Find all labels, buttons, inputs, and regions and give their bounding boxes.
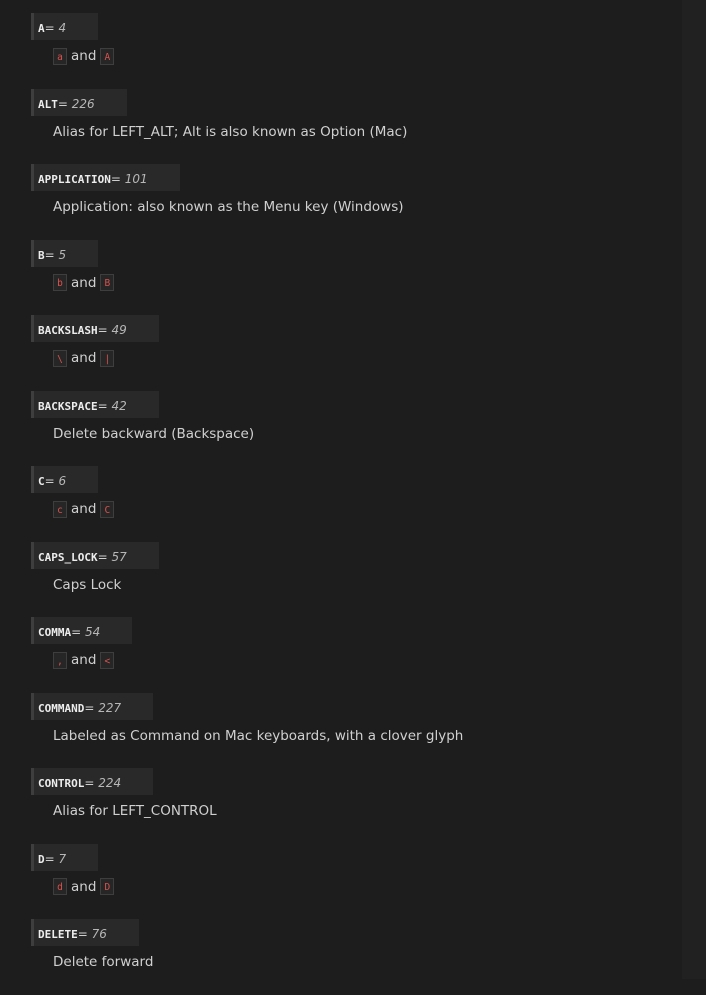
keycode-description: Caps Lock bbox=[53, 576, 122, 593]
keycode-value: 54 bbox=[85, 625, 101, 639]
uppercase-key: B bbox=[100, 274, 115, 291]
keycode-name: BACKSLASH bbox=[38, 324, 98, 337]
keycode-entry-command: COMMAND= 227 Labeled as Command on Mac k… bbox=[31, 692, 671, 769]
equals-sign: = bbox=[84, 776, 99, 790]
keycode-description: Labeled as Command on Mac keyboards, wit… bbox=[53, 727, 464, 744]
keycode-entry-a: A= 4 a and A bbox=[31, 13, 671, 89]
keycode-value: 49 bbox=[111, 323, 127, 337]
keycode-signature: B= 5 bbox=[31, 239, 99, 267]
keycode-entry-backslash: BACKSLASH= 49 \ and | bbox=[31, 315, 671, 391]
keycode-signature: CAPS_LOCK= 57 bbox=[31, 541, 159, 569]
keycode-description: c and C bbox=[53, 497, 671, 521]
keycode-description: d and D bbox=[53, 875, 671, 899]
and-connector: and bbox=[71, 350, 97, 366]
keycode-value: 5 bbox=[58, 247, 67, 262]
keycode-entry-d: D= 7 d and D bbox=[31, 843, 671, 920]
keycode-name: C bbox=[38, 475, 45, 488]
keycode-value: 101 bbox=[124, 172, 148, 186]
keycode-signature: COMMAND= 227 bbox=[31, 692, 154, 720]
keycode-signature: BACKSPACE= 42 bbox=[31, 390, 159, 418]
lowercase-key: c bbox=[53, 500, 67, 518]
keycode-value: 76 bbox=[91, 927, 107, 941]
keycode-entry-b: B= 5 b and B bbox=[31, 239, 671, 316]
keycode-signature: ALT= 226 bbox=[31, 88, 127, 116]
keycode-description: , and < bbox=[53, 648, 671, 672]
equals-sign: = bbox=[44, 474, 59, 488]
keycode-signature: APPLICATION= 101 bbox=[31, 164, 180, 191]
keycode-name: A bbox=[38, 22, 45, 35]
lowercase-key: , bbox=[53, 651, 67, 669]
keycode-signature: D= 7 bbox=[31, 843, 99, 871]
keycode-name: BACKSPACE bbox=[38, 399, 98, 413]
keycode-description: a and A bbox=[53, 44, 671, 68]
keycode-description: Alias for LEFT_ALT; Alt is also known as… bbox=[53, 123, 408, 140]
equals-sign: = bbox=[44, 247, 59, 262]
and-connector: and bbox=[71, 48, 97, 64]
keycode-entry-c: C= 6 c and C bbox=[31, 466, 671, 542]
keycode-signature: C= 6 bbox=[31, 466, 99, 493]
keycode-name: D bbox=[38, 852, 45, 866]
uppercase-key: < bbox=[100, 651, 115, 669]
equals-sign: = bbox=[84, 700, 99, 715]
lowercase-key: d bbox=[53, 878, 67, 895]
keycode-signature: BACKSLASH= 49 bbox=[31, 315, 159, 342]
and-connector: and bbox=[71, 878, 97, 895]
uppercase-key: C bbox=[100, 500, 115, 518]
keycode-entry-alt: ALT= 226 Alias for LEFT_ALT; Alt is also… bbox=[31, 88, 671, 165]
keycode-value: 57 bbox=[111, 549, 127, 564]
keycode-description: Delete backward (Backspace) bbox=[53, 425, 255, 442]
keycode-name: CAPS_LOCK bbox=[38, 550, 98, 564]
equals-sign: = bbox=[44, 851, 59, 866]
lowercase-key: a bbox=[53, 47, 67, 65]
keycode-value: 226 bbox=[71, 96, 95, 111]
uppercase-key: A bbox=[100, 47, 115, 65]
equals-sign: = bbox=[71, 625, 85, 639]
keycode-entry-comma: COMMA= 54 , and < bbox=[31, 617, 671, 693]
keycode-value: 6 bbox=[58, 474, 67, 488]
keycode-value: 4 bbox=[58, 21, 67, 35]
and-connector: and bbox=[71, 501, 97, 517]
right-scroll-gutter bbox=[682, 0, 706, 979]
keycode-entry-delete: DELETE= 76 Delete forward bbox=[31, 919, 671, 995]
keycode-name: ALT bbox=[38, 97, 58, 111]
keycode-signature: A= 4 bbox=[31, 13, 99, 40]
keycode-name: COMMAND bbox=[38, 701, 85, 715]
keycode-value: 224 bbox=[98, 776, 122, 790]
keycode-list: A= 4 a and A ALT= 226 Alias for LEFT_ALT; … bbox=[31, 13, 671, 995]
lowercase-key: b bbox=[53, 274, 67, 291]
keycode-value: 7 bbox=[58, 851, 67, 866]
keycode-entry-application: APPLICATION= 101 Application: also known… bbox=[31, 164, 671, 240]
keycode-name: B bbox=[38, 248, 45, 262]
keycode-name: CONTROL bbox=[38, 777, 85, 790]
equals-sign: = bbox=[97, 323, 112, 337]
keycode-entry-control: CONTROL= 224 Alias for LEFT_CONTROL bbox=[31, 768, 671, 844]
keycode-signature: COMMA= 54 bbox=[31, 617, 133, 644]
keycode-description: Alias for LEFT_CONTROL bbox=[53, 803, 217, 819]
equals-sign: = bbox=[57, 96, 72, 111]
uppercase-key: | bbox=[100, 349, 115, 367]
equals-sign: = bbox=[97, 549, 112, 564]
equals-sign: = bbox=[97, 398, 112, 413]
uppercase-key: D bbox=[100, 878, 115, 895]
and-connector: and bbox=[71, 652, 97, 668]
equals-sign: = bbox=[44, 21, 59, 35]
keycode-name: APPLICATION bbox=[38, 173, 111, 186]
keycode-description: Delete forward bbox=[53, 954, 154, 970]
equals-sign: = bbox=[110, 172, 125, 186]
equals-sign: = bbox=[77, 927, 92, 941]
keycode-name: COMMA bbox=[38, 626, 72, 639]
keycode-signature: CONTROL= 224 bbox=[31, 768, 154, 795]
keycode-value: 227 bbox=[98, 700, 122, 715]
keycode-signature: DELETE= 76 bbox=[31, 919, 139, 946]
keycode-description: b and B bbox=[53, 271, 671, 295]
keycode-description: \ and | bbox=[53, 346, 671, 370]
keycode-entry-caps-lock: CAPS_LOCK= 57 Caps Lock bbox=[31, 541, 671, 618]
keycode-description: Application: also known as the Menu key … bbox=[53, 199, 404, 215]
keycode-value: 42 bbox=[111, 398, 127, 413]
keycode-name: DELETE bbox=[38, 928, 78, 941]
lowercase-key: \ bbox=[53, 349, 67, 367]
and-connector: and bbox=[71, 274, 97, 291]
keycode-entry-backspace: BACKSPACE= 42 Delete backward (Backspace… bbox=[31, 390, 671, 467]
